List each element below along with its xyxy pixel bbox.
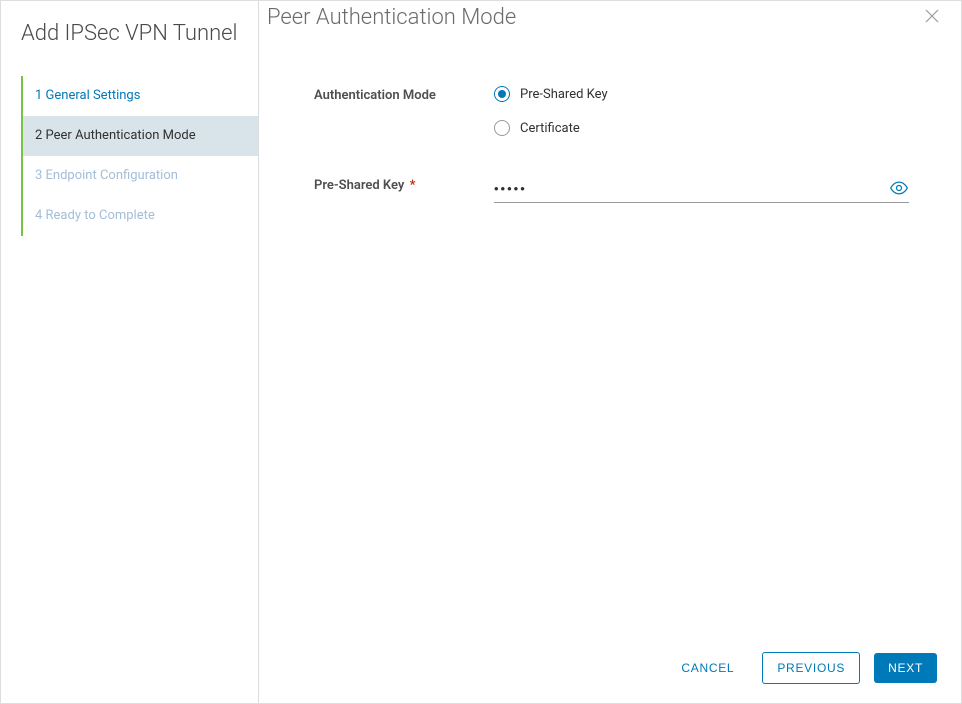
psk-row: Pre-Shared Key * [314, 176, 911, 203]
wizard-title: Add IPSec VPN Tunnel [1, 21, 258, 76]
main-panel: Peer Authentication Mode Authentication … [259, 1, 961, 703]
radio-indicator-icon [494, 120, 510, 136]
step-peer-authentication-mode[interactable]: 2 Peer Authentication Mode [23, 116, 258, 156]
wizard-sidebar: Add IPSec VPN Tunnel 1 General Settings … [1, 1, 259, 703]
step-general-settings[interactable]: 1 General Settings [23, 76, 258, 116]
cancel-button[interactable]: Cancel [667, 653, 748, 683]
wizard-step-list: 1 General Settings 2 Peer Authentication… [21, 76, 258, 236]
step-ready-to-complete: 4 Ready to Complete [23, 196, 258, 236]
auth-mode-control: Pre-Shared Key Certificate [494, 86, 911, 136]
radio-pre-shared-key-label: Pre-Shared Key [520, 87, 608, 102]
auth-mode-radio-group: Pre-Shared Key Certificate [494, 86, 911, 136]
pre-shared-key-input[interactable] [494, 179, 889, 198]
radio-certificate-label: Certificate [520, 121, 580, 136]
page-title: Peer Authentication Mode [267, 5, 516, 30]
next-button[interactable]: Next [874, 653, 937, 683]
previous-button[interactable]: Previous [762, 652, 860, 684]
wizard-footer: Cancel Previous Next [259, 633, 961, 703]
eye-icon[interactable] [889, 178, 909, 198]
form-body: Authentication Mode Pre-Shared Key Certi… [259, 31, 961, 633]
psk-control [494, 176, 911, 203]
psk-input-wrapper [494, 176, 909, 203]
radio-indicator-icon [494, 86, 510, 102]
radio-pre-shared-key[interactable]: Pre-Shared Key [494, 86, 911, 102]
step-endpoint-configuration: 3 Endpoint Configuration [23, 156, 258, 196]
radio-certificate[interactable]: Certificate [494, 120, 911, 136]
auth-mode-label: Authentication Mode [314, 86, 494, 103]
required-indicator: * [410, 178, 416, 193]
auth-mode-row: Authentication Mode Pre-Shared Key Certi… [314, 86, 911, 136]
psk-label-text: Pre-Shared Key [314, 178, 404, 193]
main-header: Peer Authentication Mode [259, 1, 961, 31]
psk-label: Pre-Shared Key * [314, 176, 494, 193]
close-icon[interactable] [921, 4, 943, 31]
